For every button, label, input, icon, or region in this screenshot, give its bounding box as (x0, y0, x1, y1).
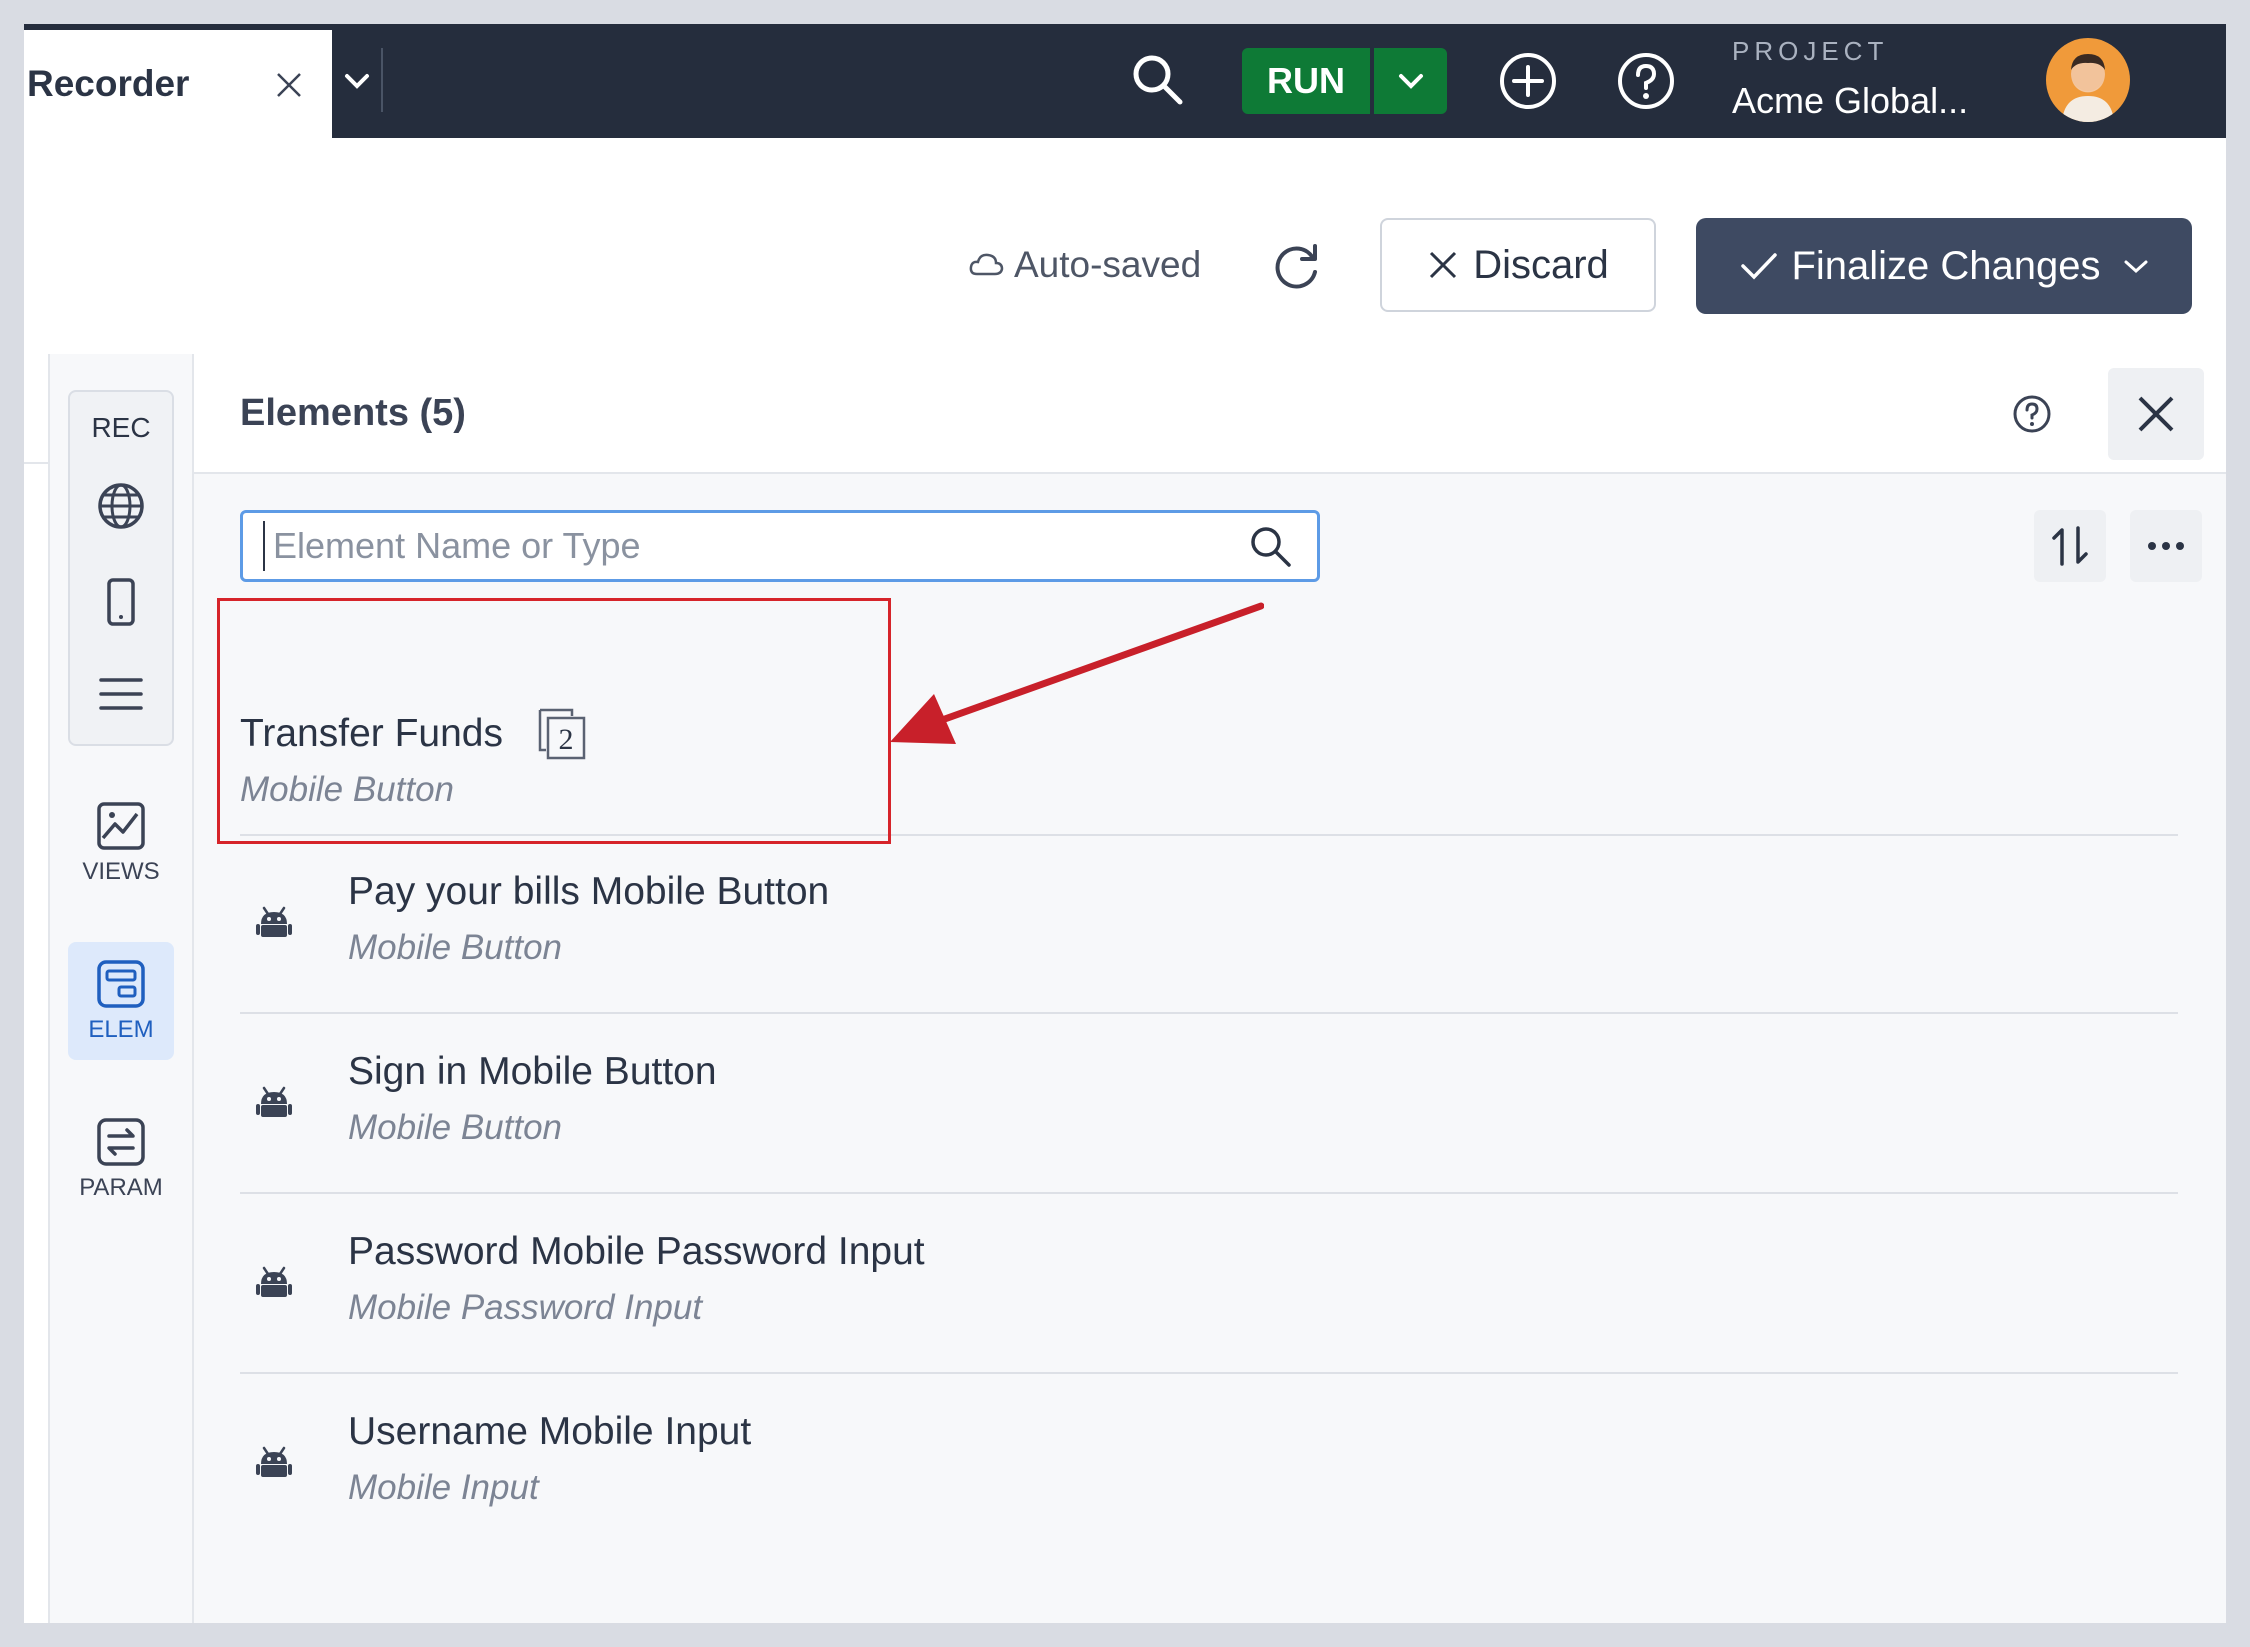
mobile-icon[interactable] (95, 576, 147, 628)
element-count: 2 (559, 723, 574, 756)
search-icon[interactable] (1130, 52, 1184, 106)
app-window: Recorder RUN PROJECT Acme Global... Auto… (24, 24, 2226, 1623)
element-name: Password Mobile Password Input (348, 1230, 925, 1273)
rail-item-views[interactable]: VIEWS (68, 784, 174, 902)
search-input[interactable] (263, 521, 1233, 571)
run-dropdown-button[interactable] (1374, 48, 1447, 114)
search-icon[interactable] (1247, 523, 1293, 569)
element-type: Mobile Password Input (348, 1288, 703, 1327)
element-name: Sign in Mobile Button (348, 1050, 717, 1093)
list-item[interactable]: Pay your bills Mobile Button Mobile Butt… (240, 834, 2178, 1014)
elem-label: ELEM (88, 1016, 154, 1043)
panel-title: Elements (5) (240, 392, 466, 434)
views-label: VIEWS (82, 858, 160, 885)
sort-button[interactable] (2034, 510, 2106, 582)
element-type: Mobile Button (348, 1108, 563, 1147)
elements-panel: Elements (5) Element Name or Type Transf… (194, 354, 2226, 1623)
param-label: PARAM (79, 1174, 163, 1201)
list-item[interactable]: Sign in Mobile Button Mobile Button (240, 1014, 2178, 1194)
avatar-image (2062, 54, 2114, 122)
close-icon (2138, 396, 2174, 432)
search-box (240, 510, 1320, 582)
element-name: Pay your bills Mobile Button (348, 870, 830, 913)
run-button-group: RUN (1242, 48, 1447, 114)
finalize-label: Finalize Changes (1791, 243, 2101, 288)
more-options-button[interactable] (2130, 510, 2202, 582)
close-icon[interactable] (274, 70, 304, 100)
top-bar: Recorder RUN PROJECT Acme Global... (24, 24, 2226, 138)
rail-item-params[interactable]: PARAM (68, 1100, 174, 1218)
run-button[interactable]: RUN (1242, 48, 1370, 114)
element-type: Mobile Input (348, 1468, 539, 1507)
recorder-group: REC (68, 390, 174, 746)
element-name: Transfer Funds (240, 712, 503, 755)
tab-title: Recorder (27, 63, 190, 104)
android-icon (256, 906, 292, 937)
autosave-status: Auto-saved (968, 244, 1201, 286)
close-icon (1430, 251, 1457, 279)
action-bar: Auto-saved Discard Finalize Changes (24, 138, 2226, 356)
copy-icon: 2 (538, 708, 586, 760)
project-name[interactable]: Acme Global... (1732, 80, 1968, 122)
chevron-down-icon[interactable] (342, 69, 372, 93)
finalize-changes-button[interactable]: Finalize Changes (1696, 218, 2192, 314)
panel-header: Elements (5) (194, 354, 2226, 474)
collapsed-panel-edge (24, 354, 50, 1623)
discard-label: Discard (1473, 242, 1609, 287)
element-name: Username Mobile Input (348, 1410, 752, 1453)
list-item[interactable]: Password Mobile Password Input Mobile Pa… (240, 1194, 2178, 1374)
list-item[interactable]: Username Mobile Input Mobile Input (240, 1374, 2178, 1552)
cloud-icon (969, 253, 1004, 276)
tab-recorder[interactable]: Recorder (24, 30, 332, 138)
help-circle-icon[interactable] (2012, 394, 2052, 434)
side-rail: REC VIEWS ELEM PARAM (50, 354, 194, 1623)
help-circle-icon[interactable] (1616, 51, 1676, 111)
element-type: Mobile Button (348, 928, 563, 967)
rec-label: REC (91, 412, 151, 443)
android-icon (256, 1446, 292, 1477)
plus-circle-icon[interactable] (1498, 51, 1558, 111)
refresh-icon[interactable] (1268, 238, 1324, 294)
rail-item-elements[interactable]: ELEM (68, 942, 174, 1060)
close-panel-button[interactable] (2108, 368, 2204, 460)
project-label: PROJECT (1732, 36, 1889, 66)
android-icon (256, 1086, 292, 1117)
swap-icon (97, 1118, 145, 1166)
sort-icon (2052, 526, 2088, 566)
avatar[interactable] (2046, 38, 2130, 122)
check-icon (1741, 253, 1778, 280)
menu-icon[interactable] (95, 668, 147, 720)
autosave-label: Auto-saved (1014, 244, 1202, 285)
android-icon (256, 1266, 292, 1297)
globe-icon[interactable] (95, 480, 147, 532)
more-icon (2148, 542, 2184, 550)
chevron-down-icon (1398, 74, 1423, 89)
list-item[interactable]: Transfer Funds 2 Mobile Button (240, 616, 2178, 836)
element-type: Mobile Button (240, 770, 455, 809)
discard-button[interactable]: Discard (1380, 218, 1656, 312)
chevron-down-icon (2124, 260, 2148, 274)
divider (381, 48, 383, 112)
image-icon (97, 802, 145, 850)
elements-icon (97, 960, 145, 1008)
